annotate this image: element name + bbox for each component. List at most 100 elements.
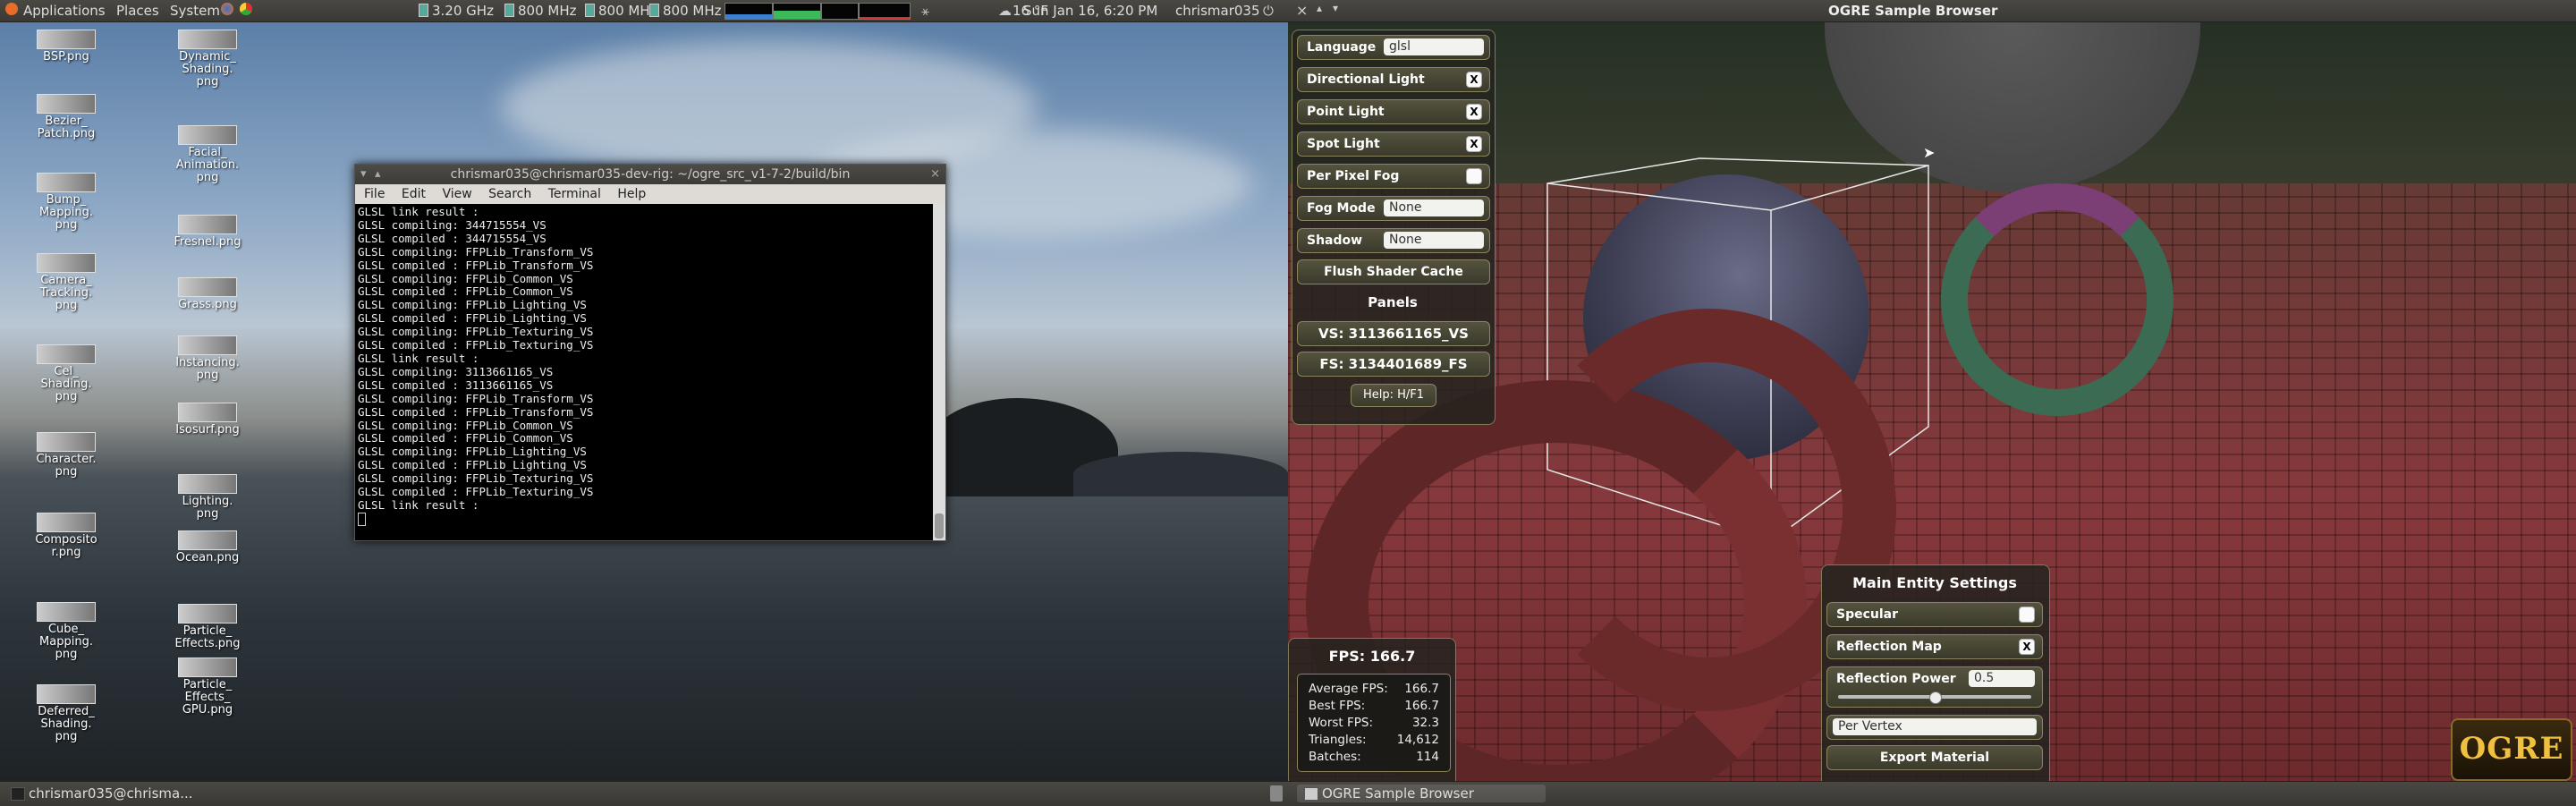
desktop-file-label: Particle_ Effects.png: [174, 624, 241, 650]
terminal-cursor: [358, 512, 366, 526]
ogre-control-checkbox[interactable]: [1466, 168, 1482, 184]
menu-system[interactable]: System: [170, 3, 220, 19]
desktop-file-icon[interactable]: Isosurf.png: [158, 403, 257, 437]
terminal-menu-edit[interactable]: Edit: [402, 187, 426, 201]
terminal-scrollbar-thumb[interactable]: [935, 513, 944, 539]
desktop-file-icon[interactable]: Bump_ Mapping. png: [17, 173, 115, 232]
fps-stats-box: Average FPS: 166.7 Best FPS: 166.7 Worst FPS…: [1297, 674, 1451, 772]
taskbar-ogre-sample-browser[interactable]: OGRE Sample Browser: [1297, 785, 1546, 802]
terminal-output[interactable]: GLSL link result : GLSL compiling: 344715…: [355, 204, 933, 540]
ubuntu-logo-icon[interactable]: [5, 3, 18, 15]
reflection-power-knob[interactable]: [1929, 691, 1942, 704]
terminal-window[interactable]: ▾ ▴ chrismar035@chrismar035-dev-rig: ~/o…: [354, 164, 946, 541]
minimize-icon[interactable]: ▴: [1317, 2, 1322, 14]
ogre-control-shadow[interactable]: Shadow None: [1297, 228, 1490, 253]
ogre-control-value[interactable]: None: [1384, 232, 1484, 249]
ogre-control-checkbox[interactable]: X: [1466, 72, 1482, 88]
reflection-map-check[interactable]: X: [2019, 639, 2035, 655]
ogre-control-language[interactable]: Language glsl: [1297, 35, 1490, 60]
image-thumbnail-icon: [178, 215, 237, 234]
network-load-graph[interactable]: [821, 3, 859, 20]
clock[interactable]: Sun Jan 16, 6:20 PM: [1023, 3, 1157, 19]
ogre-control-point-light[interactable]: Point Light X: [1297, 99, 1490, 124]
desktop-file-icon[interactable]: Character. png: [17, 432, 115, 479]
user-menu[interactable]: chrismar035: [1175, 3, 1260, 19]
specular-checkbox[interactable]: Specular: [1826, 602, 2043, 627]
ogre-control-checkbox[interactable]: X: [1466, 136, 1482, 152]
menu-places[interactable]: Places: [116, 3, 159, 19]
terminal-minimize-icon[interactable]: ▾: [360, 165, 367, 184]
image-thumbnail-icon: [37, 602, 96, 622]
reflection-power-slider[interactable]: Reflection Power 0.5: [1826, 666, 2043, 708]
image-thumbnail-icon: [178, 403, 237, 422]
terminal-line: GLSL compiling: FFPLib_Texturing_VS: [358, 325, 594, 339]
desktop-file-icon[interactable]: Dynamic_ Shading. png: [158, 30, 257, 89]
desktop-wallpaper[interactable]: BSP.png Bezier_ Patch.png Bump_ Mapping. p…: [0, 22, 1288, 781]
desktop-file-icon[interactable]: Camera_ Tracking. png: [17, 253, 115, 312]
desktop-file-icon[interactable]: Particle_ Effects_ GPU.png: [158, 658, 257, 717]
terminal-menu-search[interactable]: Search: [488, 187, 531, 201]
desktop-file-icon[interactable]: Composito r.png: [17, 513, 115, 559]
ogre-render-viewport[interactable]: ➤ Flush Shader Cache Panels VS: 31136611…: [1288, 22, 2576, 781]
desktop-file-label: Composito r.png: [35, 533, 97, 559]
desktop-file-icon[interactable]: Cel_ Shading. png: [17, 344, 115, 403]
lighting-mode-selector[interactable]: Per Vertex: [1826, 715, 2043, 740]
ogre-control-spot-light[interactable]: Spot Light X: [1297, 132, 1490, 157]
reflection-map-label: Reflection Map: [1836, 640, 1942, 654]
ogre-control-directional-light[interactable]: Directional Light X: [1297, 67, 1490, 92]
chrome-launcher-icon[interactable]: [240, 3, 252, 15]
ogre-control-checkbox[interactable]: X: [1466, 104, 1482, 120]
cpu-load-graph[interactable]: [724, 3, 773, 20]
desktop-file-icon[interactable]: Facial_ Animation. png: [158, 125, 257, 184]
ogre-control-label: Fog Mode: [1307, 201, 1376, 216]
fps-stat-label: Batches:: [1309, 750, 1361, 764]
ogre-control-value[interactable]: None: [1384, 199, 1484, 216]
image-thumbnail-icon: [178, 125, 237, 145]
help-button[interactable]: Help: H/F1: [1351, 384, 1436, 407]
terminal-menu-file[interactable]: File: [364, 187, 385, 201]
specular-check[interactable]: [2019, 607, 2035, 623]
cpu-freq-0[interactable]: 3.20 GHz: [419, 3, 494, 19]
desktop-file-icon[interactable]: Grass.png: [158, 277, 257, 311]
desktop-file-icon[interactable]: Cube_ Mapping. png: [17, 602, 115, 661]
terminal-menu-view[interactable]: View: [442, 187, 471, 201]
reflection-map-checkbox[interactable]: Reflection Map X: [1826, 634, 2043, 659]
ogre-control-value[interactable]: glsl: [1384, 38, 1484, 55]
menu-applications[interactable]: Applications: [23, 3, 106, 19]
terminal-scrollbar[interactable]: [933, 204, 945, 540]
desktop-file-icon[interactable]: Bezier_ Patch.png: [17, 94, 115, 140]
memory-load-graph[interactable]: [773, 3, 821, 20]
disk-load-graph[interactable]: [859, 3, 911, 20]
network-icon[interactable]: ⚹: [921, 3, 929, 19]
terminal-menu-terminal[interactable]: Terminal: [548, 187, 601, 201]
cpu-freq-3[interactable]: 800 MHz: [649, 3, 722, 19]
export-material-button[interactable]: Export Material: [1826, 745, 2043, 770]
desktop-file-icon[interactable]: Lighting. png: [158, 474, 257, 521]
maximize-icon[interactable]: ▾: [1333, 2, 1338, 14]
terminal-line: GLSL link result :: [358, 497, 479, 512]
flush-shader-cache-button[interactable]: Flush Shader Cache: [1297, 259, 1490, 284]
terminal-line: GLSL compiled : FFPLib_Lighting_VS: [358, 311, 587, 326]
desktop-file-icon[interactable]: Ocean.png: [158, 530, 257, 564]
fps-stat-row: Batches: 114: [1309, 750, 1439, 767]
desktop-file-icon[interactable]: BSP.png: [17, 30, 115, 64]
terminal-menu-help[interactable]: Help: [617, 187, 646, 201]
fps-stat-row: Best FPS: 166.7: [1309, 699, 1439, 716]
desktop-file-icon[interactable]: Particle_ Effects.png: [158, 604, 257, 650]
firefox-launcher-icon[interactable]: [221, 3, 233, 15]
ogre-control-fog-mode[interactable]: Fog Mode None: [1297, 196, 1490, 221]
desktop-file-icon[interactable]: Instancing. png: [158, 335, 257, 382]
cpu-freq-2[interactable]: 800 MHz: [585, 3, 657, 19]
desktop-file-icon[interactable]: Deferred_ Shading. png: [17, 684, 115, 743]
terminal-restore-icon[interactable]: ▴: [375, 165, 381, 184]
taskbar-terminal[interactable]: chrismar035@chrisma...: [4, 785, 208, 802]
cpu-freq-1[interactable]: 800 MHz: [504, 3, 577, 19]
trash-icon[interactable]: [1270, 785, 1283, 802]
ogre-control-label: Point Light: [1307, 105, 1385, 119]
desktop-file-icon[interactable]: Fresnel.png: [158, 215, 257, 249]
close-icon[interactable]: ×: [1296, 2, 1308, 19]
terminal-titlebar[interactable]: ▾ ▴ chrismar035@chrismar035-dev-rig: ~/o…: [355, 165, 945, 184]
power-icon[interactable]: ⏻: [1263, 3, 1274, 19]
ogre-control-per-pixel-fog[interactable]: Per Pixel Fog: [1297, 164, 1490, 189]
terminal-close-icon[interactable]: ×: [930, 165, 940, 184]
